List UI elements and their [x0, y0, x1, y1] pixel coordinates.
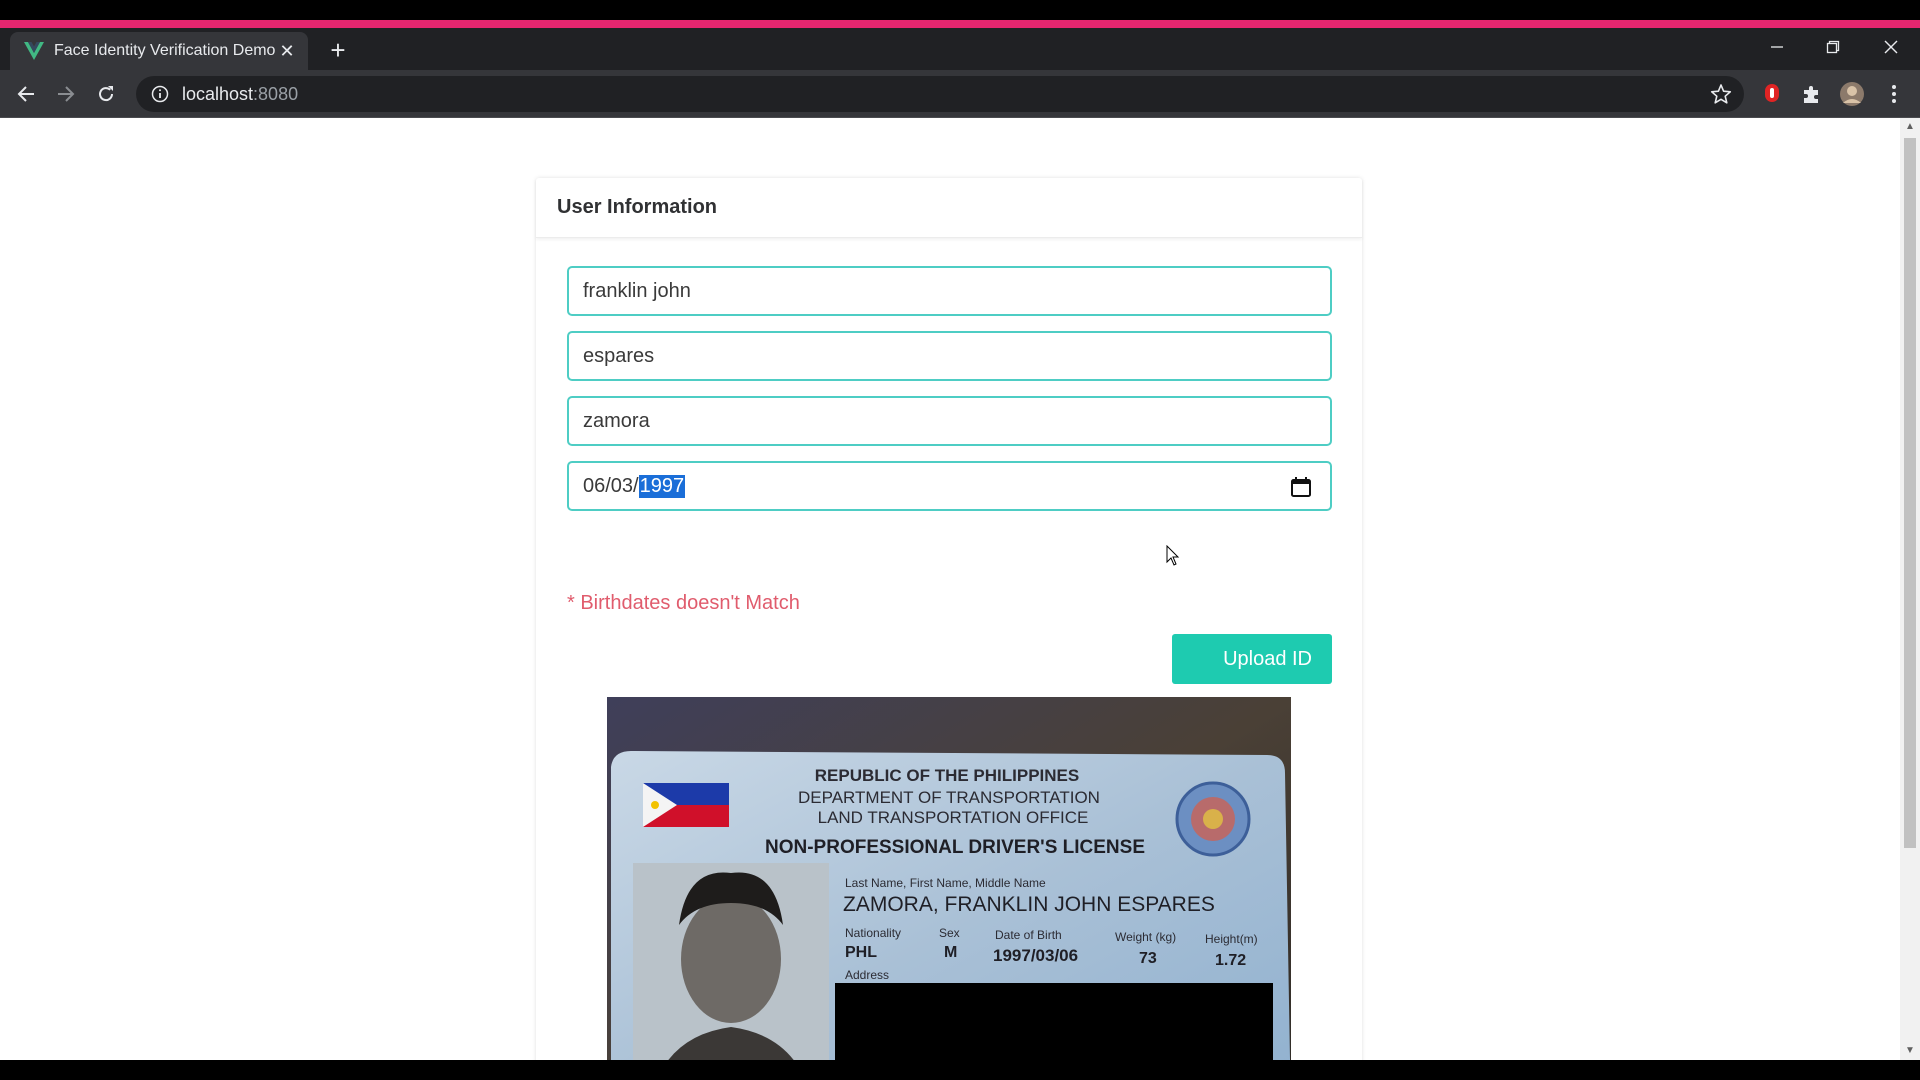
- restore-icon[interactable]: [1810, 32, 1856, 62]
- vertical-scrollbar[interactable]: ▲ ▼: [1900, 118, 1920, 1060]
- id-license-type: NON-PROFESSIONAL DRIVER'S LICENSE: [765, 837, 1145, 858]
- first-name-input[interactable]: franklin john: [567, 266, 1332, 316]
- middle-name-input[interactable]: espares: [567, 331, 1332, 381]
- uploaded-id-image: REPUBLIC OF THE PHILIPPINES DEPARTMENT O…: [607, 697, 1291, 1060]
- birthdate-month-day: 06/03/: [583, 474, 639, 497]
- calendar-icon[interactable]: [1290, 476, 1312, 498]
- id-height-value: 1.72: [1215, 952, 1246, 969]
- card-header: User Information: [536, 178, 1362, 238]
- id-dob-value: 1997/03/06: [993, 946, 1078, 965]
- tab-close-icon[interactable]: ✕: [276, 40, 298, 62]
- back-arrow-icon[interactable]: [10, 78, 42, 110]
- vue-favicon-icon: [24, 41, 44, 61]
- card-title: User Information: [557, 196, 718, 218]
- birthdate-input[interactable]: 06/03/1997: [567, 461, 1332, 511]
- browser-toolbar: localhost:8080: [0, 70, 1920, 118]
- accent-line: [0, 20, 1920, 28]
- first-name-value: franklin john: [583, 279, 691, 302]
- id-name-value: ZAMORA, FRANKLIN JOHN ESPARES: [843, 893, 1215, 916]
- id-weight-label: Weight (kg): [1115, 930, 1176, 944]
- minimize-icon[interactable]: [1754, 32, 1800, 62]
- scrollbar-thumb[interactable]: [1904, 138, 1916, 848]
- user-information-card: User Information franklin john espares z…: [536, 178, 1362, 1060]
- url-host: localhost: [182, 83, 254, 104]
- philippine-flag-icon: [643, 783, 729, 827]
- extensions-puzzle-icon[interactable]: [1798, 80, 1826, 108]
- last-name-input[interactable]: zamora: [567, 396, 1332, 446]
- text-cursor-icon: [1166, 545, 1180, 566]
- birthdate-error-message: * Birthdates doesn't Match: [567, 592, 800, 614]
- browser-tab[interactable]: Face Identity Verification Demo ✕: [10, 32, 308, 70]
- middle-name-value: espares: [583, 344, 655, 367]
- id-line-2: DEPARTMENT OF TRANSPORTATION: [798, 788, 1100, 807]
- page-viewport: User Information franklin john espares z…: [0, 118, 1920, 1060]
- upload-id-button[interactable]: Upload ID: [1172, 634, 1332, 684]
- address-bar[interactable]: localhost:8080: [136, 76, 1744, 112]
- new-tab-icon[interactable]: +: [324, 35, 352, 65]
- lto-seal-icon: [1175, 781, 1251, 857]
- id-address-label: Address: [845, 968, 889, 982]
- id-dob-label: Date of Birth: [995, 928, 1062, 942]
- forward-arrow-icon[interactable]: [50, 78, 82, 110]
- id-sex-label: Sex: [939, 926, 960, 940]
- id-nationality-label: Nationality: [845, 926, 901, 940]
- tab-strip: Face Identity Verification Demo ✕ +: [0, 28, 1920, 70]
- birthdate-year-selected: 1997: [638, 474, 686, 498]
- id-portrait: [633, 863, 829, 1060]
- id-sex-value: M: [944, 944, 957, 961]
- id-nationality-value: PHL: [845, 944, 877, 961]
- id-line-1: REPUBLIC OF THE PHILIPPINES: [815, 766, 1079, 785]
- top-letterbox: [0, 0, 1920, 20]
- menu-kebab-icon[interactable]: [1880, 80, 1908, 108]
- tab-title: Face Identity Verification Demo: [54, 42, 276, 59]
- drivers-license-photo: REPUBLIC OF THE PHILIPPINES DEPARTMENT O…: [607, 697, 1291, 1060]
- id-height-label: Height(m): [1205, 932, 1258, 946]
- last-name-value: zamora: [583, 409, 650, 432]
- id-line-3: LAND TRANSPORTATION OFFICE: [818, 808, 1089, 827]
- id-name-label: Last Name, First Name, Middle Name: [845, 876, 1046, 890]
- id-weight-value: 73: [1139, 950, 1157, 967]
- url-port: :8080: [253, 83, 299, 104]
- scroll-up-arrow-icon[interactable]: ▲: [1905, 122, 1915, 132]
- redacted-address-block: [835, 983, 1273, 1060]
- site-info-icon[interactable]: [150, 84, 170, 104]
- bookmark-star-icon[interactable]: [1710, 83, 1732, 105]
- profile-avatar-icon[interactable]: [1838, 80, 1866, 108]
- bottom-letterbox: [0, 1060, 1920, 1080]
- extension-hand-icon[interactable]: [1758, 80, 1786, 108]
- reload-icon[interactable]: [90, 78, 122, 110]
- scroll-down-arrow-icon[interactable]: ▼: [1905, 1046, 1915, 1056]
- close-window-icon[interactable]: [1868, 32, 1914, 62]
